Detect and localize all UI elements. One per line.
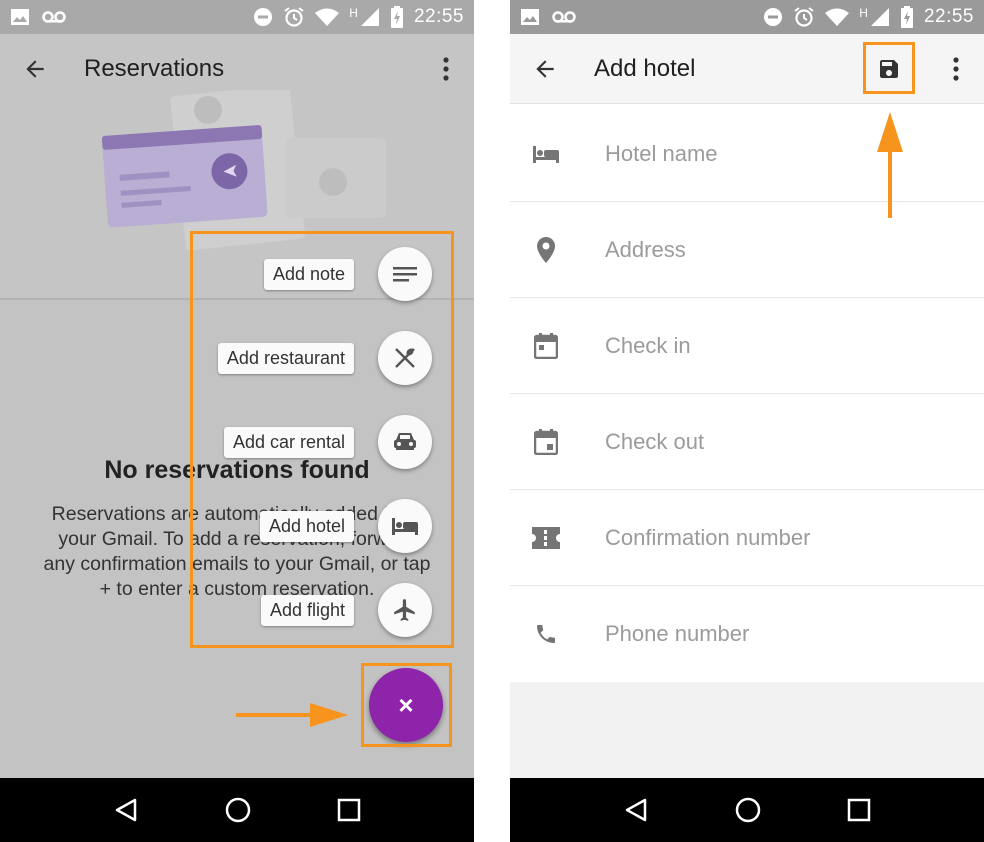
status-time: 22:55 (413, 6, 464, 27)
confirmation-number-field[interactable]: Confirmation number (510, 490, 984, 586)
check-in-placeholder[interactable]: Check in (605, 333, 691, 359)
speed-dial-highlight (190, 231, 454, 648)
confirmation-number-placeholder[interactable]: Confirmation number (605, 525, 810, 551)
field-icon-wrap (510, 333, 582, 359)
nav-back-icon[interactable] (623, 797, 649, 823)
status-bar: H 22:55 (510, 0, 984, 34)
image-icon (521, 9, 539, 25)
field-icon-wrap (510, 144, 582, 164)
field-icon-wrap (510, 622, 582, 646)
calendar-icon (534, 333, 558, 359)
ticket-icon (532, 527, 560, 549)
more-options-button[interactable] (434, 54, 458, 84)
field-icon-wrap (510, 429, 582, 455)
nav-home-icon[interactable] (224, 796, 252, 824)
tickets-illustration (101, 90, 386, 250)
address-placeholder[interactable]: Address (605, 237, 686, 263)
arrow-annotation-icon (236, 703, 348, 727)
signal-icon (870, 8, 889, 26)
bottom-area (510, 682, 984, 778)
field-icon-wrap (510, 237, 582, 263)
field-icon-wrap (510, 527, 582, 549)
alarm-icon (794, 7, 814, 27)
reservations-screen: H 22:55 Reservations No reservations fou… (0, 0, 474, 842)
arrow-back-icon (536, 59, 554, 78)
signal-icon (360, 8, 379, 26)
more-vert-icon (953, 57, 959, 81)
battery-icon (390, 6, 403, 28)
phone-icon (537, 625, 555, 643)
address-field[interactable]: Address (510, 202, 984, 298)
status-time: 22:55 (923, 6, 974, 27)
location-pin-icon (537, 237, 555, 263)
back-button[interactable] (510, 34, 580, 104)
app-bar: Reservations (0, 34, 474, 104)
phone-number-placeholder[interactable]: Phone number (605, 621, 749, 647)
back-button[interactable] (0, 34, 70, 104)
phone-number-field[interactable]: Phone number (510, 586, 984, 682)
arrow-back-icon (26, 60, 44, 78)
hotel-name-placeholder[interactable]: Hotel name (605, 141, 718, 167)
nav-recents-icon[interactable] (847, 798, 871, 822)
wifi-icon (315, 8, 340, 26)
nav-recents-icon[interactable] (337, 798, 361, 822)
voicemail-icon (42, 11, 66, 23)
more-vert-icon (443, 57, 449, 81)
voicemail-icon (552, 11, 576, 23)
nav-back-icon[interactable] (113, 797, 139, 823)
add-hotel-screen: H 22:55 Add hotel Hotel name Address Che… (510, 0, 984, 842)
fab-highlight (361, 663, 452, 747)
battery-icon (900, 6, 913, 28)
hotel-icon (533, 146, 559, 163)
check-in-field[interactable]: Check in (510, 298, 984, 394)
page-title: Add hotel (594, 54, 696, 82)
network-type: H (859, 6, 868, 20)
alarm-icon (284, 7, 304, 27)
network-type: H (349, 6, 358, 20)
check-out-placeholder[interactable]: Check out (605, 429, 704, 455)
page-title: Reservations (84, 55, 225, 82)
system-nav-bar (0, 778, 474, 842)
status-bar: H 22:55 (0, 0, 474, 34)
check-out-field[interactable]: Check out (510, 394, 984, 490)
do-not-disturb-icon (764, 8, 783, 26)
more-options-button[interactable] (944, 54, 968, 84)
arrow-annotation-icon (877, 112, 903, 218)
calendar-event-icon (534, 429, 558, 455)
save-highlight (863, 42, 915, 94)
do-not-disturb-icon (254, 8, 273, 26)
hotel-form: Hotel name Address Check in Check out Co… (510, 106, 984, 682)
hotel-name-field[interactable]: Hotel name (510, 106, 984, 202)
nav-home-icon[interactable] (734, 796, 762, 824)
image-icon (11, 9, 29, 25)
wifi-icon (825, 8, 850, 26)
system-nav-bar (510, 778, 984, 842)
